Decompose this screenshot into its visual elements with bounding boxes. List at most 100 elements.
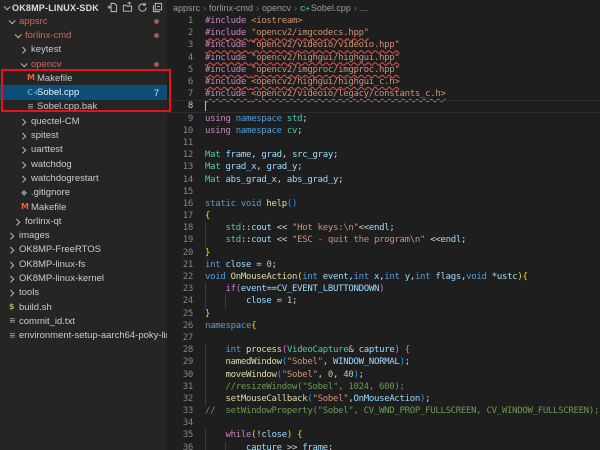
indent-guide — [205, 442, 206, 450]
code-line-21[interactable]: 21int close = 0; — [167, 259, 600, 271]
line-number: 2 — [167, 28, 193, 38]
tree-item-label: build.sh — [19, 302, 167, 313]
code-line-28[interactable]: 28 int process(VideoCapture& capture) { — [167, 344, 600, 356]
indent-guide — [225, 442, 226, 450]
tree-item-watchdog[interactable]: watchdog — [0, 157, 167, 171]
code-line-text: using namespace std; — [205, 113, 600, 125]
tree-item-label: watchdog — [31, 159, 167, 170]
code-line-31[interactable]: 31 //resizeWindow("Sobel", 1024, 600); — [167, 381, 600, 393]
folder-toggle — [21, 119, 31, 124]
code-line-22[interactable]: 22void OnMouseAction(int event,int x,int… — [167, 271, 600, 283]
tree-item-ok8mp-linux-kernel[interactable]: OK8MP-linux-kernel — [0, 271, 167, 285]
tree-item-environment-setup-aarch64-poky-lin[interactable]: ≡environment-setup-aarch64-poky-lin... — [0, 329, 167, 343]
code-line-6[interactable]: 6#include <opencv2/highgui/highgui_c.h> — [167, 76, 600, 88]
folder-toggle — [9, 247, 19, 252]
line-number: 1 — [167, 16, 193, 26]
new-file-icon[interactable] — [107, 2, 118, 13]
tree-item-ok8mp-linux-fs[interactable]: OK8MP-linux-fs — [0, 257, 167, 271]
tree-item-watchdogrestart[interactable]: watchdogrestart — [0, 171, 167, 185]
file-file-icon: ≡ — [9, 317, 16, 325]
code-line-26[interactable]: 26namespace{ — [167, 320, 600, 332]
code-line-11[interactable]: 11 — [167, 137, 600, 149]
code-line-text: while(!close) { — [205, 429, 600, 441]
collapse-all-icon[interactable] — [152, 2, 163, 13]
folder-toggle — [9, 276, 19, 281]
code-line-14[interactable]: 14Mat abs_grad_x, abs_grad_y; — [167, 173, 600, 185]
tree-item-spitest[interactable]: spitest — [0, 128, 167, 142]
chevron-right-icon — [19, 161, 26, 168]
breadcrumb-separator-icon: › — [203, 3, 206, 13]
tree-item-sobel-cpp-bak[interactable]: ≡Sobel.cpp.bak — [0, 100, 167, 114]
code-line-29[interactable]: 29 namedWindow("Sobel", WINDOW_NORMAL); — [167, 356, 600, 368]
breadcrumb-item-appsrc[interactable]: appsrc — [173, 3, 200, 13]
code-line-2[interactable]: 2#include "opencv2/imgcodecs.hpp" — [167, 27, 600, 39]
code-line-18[interactable]: 18 std::cout << "Hot keys:\n"<<endl; — [167, 222, 600, 234]
breadcrumb-item-forlinx-cmd[interactable]: forlinx-cmd — [209, 3, 253, 13]
indent-guide — [205, 222, 206, 234]
code-line-12[interactable]: 12Mat frame, grad, src_gray; — [167, 149, 600, 161]
code-line-1[interactable]: 1 #include <iostream> — [167, 15, 600, 27]
code-area[interactable]: 1 #include <iostream>2#include "opencv2/i… — [167, 15, 600, 450]
code-line-19[interactable]: 19 std::cout << "ESC - quit the program\… — [167, 234, 600, 246]
tree-item-label: tools — [19, 287, 167, 298]
tree-item-commit-id-txt[interactable]: ≡commit_id.txt — [0, 314, 167, 328]
code-line-text: } — [205, 247, 600, 259]
tree-item-images[interactable]: images — [0, 228, 167, 242]
code-line-text — [205, 137, 600, 149]
tree-item-makefile[interactable]: MMakefile — [0, 71, 167, 85]
line-number: 11 — [167, 138, 193, 148]
tree-item-makefile[interactable]: MMakefile — [0, 200, 167, 214]
code-line-15[interactable]: 15 — [167, 186, 600, 198]
code-line-5[interactable]: 5#include "opencv2/imgproc/imgproc.hpp" — [167, 64, 600, 76]
code-line-24[interactable]: 24 close = 1; — [167, 295, 600, 307]
tree-item-forlinx-qt[interactable]: forlinx-qt — [0, 214, 167, 228]
code-line-8[interactable]: 8 — [167, 100, 600, 112]
code-line-9[interactable]: 9using namespace std; — [167, 113, 600, 125]
folder-toggle — [21, 176, 31, 181]
tree-item-opencv[interactable]: opencv — [0, 57, 167, 71]
file-file-icon: ≡ — [9, 332, 16, 340]
new-folder-icon[interactable] — [122, 2, 133, 13]
line-number: 25 — [167, 309, 193, 319]
code-line-text: #include <iostream> — [205, 15, 600, 27]
code-line-35[interactable]: 35 while(!close) { — [167, 429, 600, 441]
breadcrumb-item-opencv[interactable]: opencv — [262, 3, 291, 13]
line-number: 16 — [167, 199, 193, 209]
code-line-23[interactable]: 23 if(event==CV_EVENT_LBUTTONDOWN) — [167, 283, 600, 295]
tree-item-appsrc[interactable]: appsrc — [0, 14, 167, 28]
code-line-25[interactable]: 25} — [167, 308, 600, 320]
code-line-16[interactable]: 16static void help() — [167, 198, 600, 210]
code-line-30[interactable]: 30 moveWindow("Sobel", 0, 40); — [167, 368, 600, 380]
code-line-33[interactable]: 33// setWindowProperty("Sobel", CV_WND_P… — [167, 405, 600, 417]
tree-item-build-sh[interactable]: $ build.sh — [0, 300, 167, 314]
tree-item-sobel-cpp[interactable]: C+Sobel.cpp7 — [0, 85, 167, 99]
code-line-4[interactable]: 4#include "opencv2/highgui/highgui.hpp" — [167, 52, 600, 64]
breadcrumb-item-sobel-cpp[interactable]: C+Sobel.cpp — [300, 3, 351, 13]
folder-toggle — [9, 262, 19, 267]
indent-guide — [205, 381, 206, 393]
explorer-section-header[interactable]: OK8MP-LINUX-SDK — [0, 0, 167, 14]
shell-file-icon: $ — [9, 303, 15, 311]
indent-guide — [225, 295, 226, 307]
tree-item-uarttest[interactable]: uarttest — [0, 143, 167, 157]
tree-item-gitignore[interactable]: ◆.gitignore — [0, 186, 167, 200]
tree-item-quectel-cm[interactable]: quectel-CM — [0, 114, 167, 128]
tree-item-keytest[interactable]: keytest — [0, 43, 167, 57]
chevron-right-icon — [19, 118, 26, 125]
tree-item-forlinx-cmd[interactable]: forlinx-cmd — [0, 28, 167, 42]
code-line-27[interactable]: 27 — [167, 332, 600, 344]
code-line-7[interactable]: 7#include <opencv2/videoio/legacy/consta… — [167, 88, 600, 100]
code-line-34[interactable]: 34 — [167, 417, 600, 429]
code-line-10[interactable]: 10using namespace cv; — [167, 125, 600, 137]
breadcrumb-item-[interactable]: ... — [360, 3, 368, 13]
code-line-36[interactable]: 36 capture >> frame; — [167, 442, 600, 450]
code-line-20[interactable]: 20} — [167, 247, 600, 259]
code-line-3[interactable]: 3#include "opencv2/videoio/videoio.hpp" — [167, 39, 600, 51]
code-line-32[interactable]: 32 setMouseCallback("Sobel",OnMouseActio… — [167, 393, 600, 405]
tree-item-tools[interactable]: tools — [0, 286, 167, 300]
code-line-17[interactable]: 17{ — [167, 210, 600, 222]
refresh-icon[interactable] — [137, 2, 148, 13]
indent-guide — [205, 356, 206, 368]
tree-item-ok8mp-freertos[interactable]: OK8MP-FreeRTOS — [0, 243, 167, 257]
code-line-13[interactable]: 13Mat grad_x, grad_y; — [167, 161, 600, 173]
